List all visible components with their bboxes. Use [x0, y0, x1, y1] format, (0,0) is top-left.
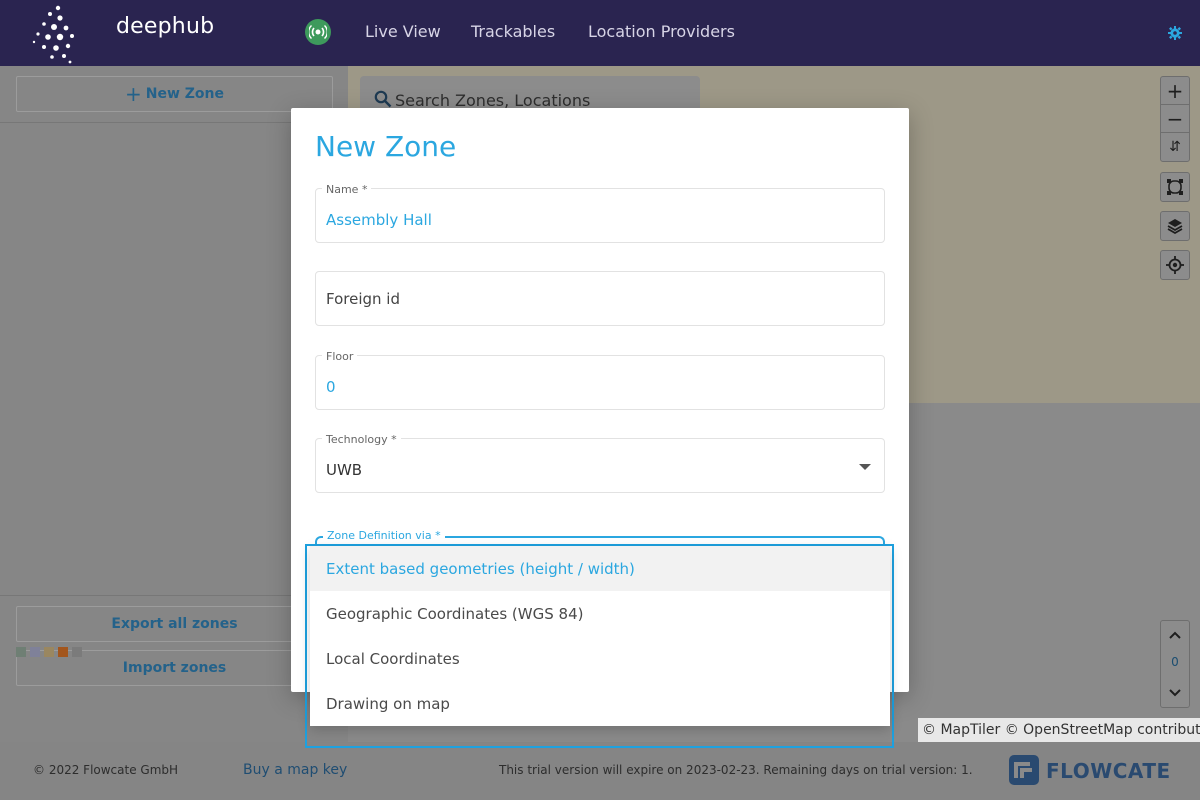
plus-icon: +	[124, 82, 142, 106]
layers-button[interactable]	[1161, 212, 1189, 240]
zoom-control-group: + − ⇵	[1160, 76, 1190, 162]
trial-notice: This trial version will expire on 2023-0…	[499, 763, 973, 777]
top-navigation-bar: deephub Live View Trackables Location Pr…	[0, 0, 1200, 66]
swatch-4	[58, 647, 68, 657]
floor-up-button[interactable]	[1161, 621, 1189, 649]
geolocate-control	[1160, 250, 1190, 280]
connection-status-icon[interactable]	[305, 19, 331, 45]
floor-field-value: 0	[326, 378, 336, 396]
dropdown-caret-icon	[859, 464, 871, 470]
swatch-2	[30, 647, 40, 657]
menu-option-geographic[interactable]: Geographic Coordinates (WGS 84)	[310, 591, 890, 636]
flowcate-brand[interactable]: FLOWCATE	[1046, 759, 1171, 783]
floor-down-button[interactable]	[1161, 679, 1189, 707]
layers-icon	[1167, 219, 1183, 235]
zone-color-legend	[16, 647, 82, 657]
polygon-icon	[1167, 179, 1183, 195]
brand-name: deephub	[116, 14, 215, 39]
technology-select[interactable]: Technology * UWB	[315, 433, 885, 493]
nav-trackables[interactable]: Trackables	[471, 22, 555, 41]
export-all-zones-button[interactable]: Export all zones	[16, 606, 333, 642]
name-field[interactable]: Name * Assembly Hall	[315, 183, 885, 243]
menu-option-local[interactable]: Local Coordinates	[310, 636, 890, 681]
search-icon	[374, 90, 392, 108]
chevron-up-icon	[1169, 631, 1181, 639]
layers-control	[1160, 211, 1190, 241]
current-floor-value: 0	[1171, 655, 1179, 669]
foreign-id-placeholder: Foreign id	[326, 290, 400, 308]
dialog-title: New Zone	[315, 130, 457, 163]
floor-selector: 0	[1160, 620, 1190, 708]
flowcate-logo-icon	[1009, 755, 1039, 785]
foreign-id-field[interactable]: Foreign id	[315, 271, 885, 326]
settings-gear-icon[interactable]	[1168, 26, 1182, 40]
floor-field[interactable]: Floor 0	[315, 350, 885, 410]
geolocate-button[interactable]	[1161, 251, 1189, 279]
technology-select-label: Technology *	[322, 433, 401, 446]
draw-shape-control	[1160, 172, 1190, 202]
copyright-text: © 2022 Flowcate GmbH	[33, 763, 179, 777]
page-footer: © 2022 Flowcate GmbH Buy a map key This …	[0, 742, 1200, 800]
zone-definition-menu: Extent based geometries (height / width)…	[310, 546, 890, 726]
zone-definition-label: Zone Definition via *	[323, 529, 445, 542]
new-zone-button[interactable]: + New Zone	[16, 76, 333, 112]
chevron-down-icon	[1169, 689, 1181, 697]
swatch-3	[44, 647, 54, 657]
deephub-logo[interactable]: deephub	[30, 2, 214, 64]
deephub-logo-icon	[32, 5, 74, 64]
menu-option-extent-based[interactable]: Extent based geometries (height / width)	[310, 546, 890, 591]
zoom-in-button[interactable]: +	[1161, 77, 1189, 105]
nav-live-view[interactable]: Live View	[365, 22, 441, 41]
floor-field-label: Floor	[322, 350, 358, 363]
reset-bearing-button[interactable]: ⇵	[1161, 133, 1189, 161]
menu-option-drawing[interactable]: Drawing on map	[310, 681, 890, 726]
technology-select-value: UWB	[326, 461, 363, 479]
swatch-5	[72, 647, 82, 657]
swatch-1	[16, 647, 26, 657]
nav-location-providers[interactable]: Location Providers	[588, 22, 735, 41]
draw-polygon-button[interactable]	[1161, 173, 1189, 201]
map-attribution[interactable]: © MapTiler © OpenStreetMap contributors	[918, 718, 1200, 742]
new-zone-label: New Zone	[145, 86, 225, 102]
name-field-value: Assembly Hall	[326, 211, 432, 229]
zoom-out-button[interactable]: −	[1161, 105, 1189, 133]
name-field-label: Name *	[322, 183, 372, 196]
crosshair-icon	[1166, 256, 1184, 274]
buy-map-key-link[interactable]: Buy a map key	[243, 762, 347, 778]
